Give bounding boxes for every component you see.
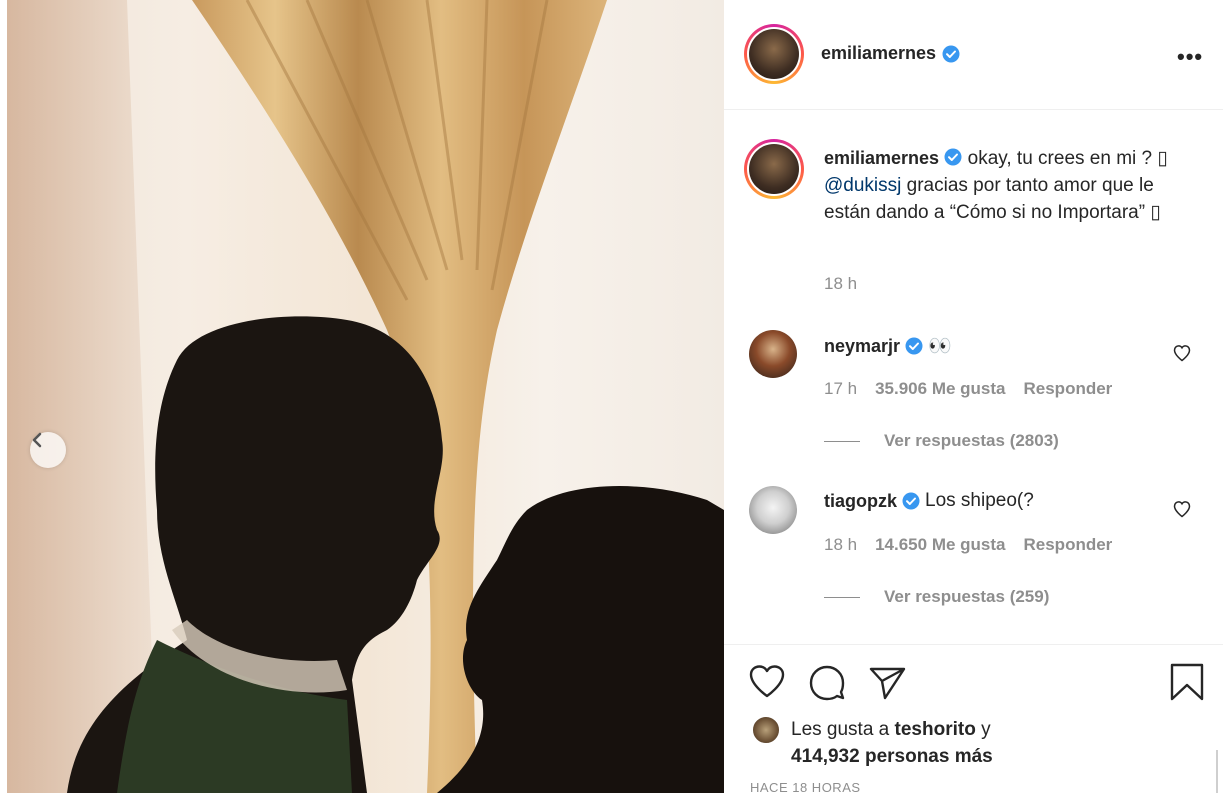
post-timestamp[interactable]: HACE 18 HORAS [750,780,861,793]
comment-meta: 18 h 14.650 Me gusta Responder [824,535,1112,555]
comment-row: tiagopzk Los shipeo(? [824,490,1034,512]
verified-badge-icon [942,45,960,62]
author-avatar-caption[interactable] [744,139,804,199]
comment-row: neymarjr 👀 [824,334,952,358]
caption-username[interactable]: emiliamernes [824,148,939,168]
likes-count[interactable]: 414,932 personas más [791,746,993,767]
more-options-button[interactable]: ••• [1177,46,1203,68]
comment-text: 👀 [928,336,952,357]
likes-prefix: Les gusta a [791,719,895,740]
view-replies-button[interactable]: Ver respuestas (2803) [824,431,1059,451]
replies-divider-line [824,596,860,598]
like-comment-heart-icon[interactable] [1172,343,1192,363]
post-caption: emiliamernes okay, tu crees en mi ? ▯ @d… [824,145,1194,226]
view-replies-label[interactable]: Ver respuestas (259) [884,587,1049,607]
author-username[interactable]: emiliamernes [821,43,936,64]
caption-missing-glyph: ▯ [1157,148,1168,169]
caption-missing-glyph: ▯ [1150,202,1161,223]
verified-badge-icon [944,148,962,166]
caption-time[interactable]: 18 h [824,274,857,294]
comment-bubble-icon[interactable] [807,662,847,702]
author-avatar-header[interactable] [744,24,804,84]
photo-scene [7,0,724,793]
view-replies-button[interactable]: Ver respuestas (259) [824,587,1049,607]
comment-avatar[interactable] [749,330,797,378]
comment-likes[interactable]: 14.650 Me gusta [875,535,1005,555]
comment-avatar[interactable] [749,486,797,534]
actions-divider [724,644,1223,645]
share-paper-plane-icon[interactable] [867,662,907,702]
liker-avatar[interactable] [751,715,781,745]
replies-divider-line [824,440,860,442]
previous-photo-button[interactable] [30,432,66,468]
likes-summary: Les gusta a teshorito y 414,932 personas… [791,716,993,770]
scrollbar[interactable] [1216,750,1218,793]
post-photo[interactable] [7,0,724,793]
reply-button[interactable]: Responder [1024,535,1113,555]
caption-mention-link[interactable]: @dukissj [824,175,901,196]
comment-username[interactable]: tiagopzk [824,491,897,512]
verified-badge-icon [902,492,920,510]
comment-meta: 17 h 35.906 Me gusta Responder [824,379,1112,399]
liker-username[interactable]: teshorito [895,719,976,740]
save-bookmark-icon[interactable] [1168,662,1206,702]
comment-username[interactable]: neymarjr [824,336,900,357]
caption-text: okay, tu crees en mi ? [967,148,1158,169]
verified-badge-icon [905,337,923,355]
comment-time[interactable]: 17 h [824,379,857,399]
likes-suffix: y [975,719,991,740]
comment-likes[interactable]: 35.906 Me gusta [875,379,1005,399]
chevron-left-icon [32,432,42,448]
comment-time[interactable]: 18 h [824,535,857,555]
header-divider [724,109,1223,110]
reply-button[interactable]: Responder [1024,379,1113,399]
comment-text: Los shipeo(? [925,490,1034,511]
like-comment-heart-icon[interactable] [1172,499,1192,519]
view-replies-label[interactable]: Ver respuestas (2803) [884,431,1059,451]
post-header-user[interactable]: emiliamernes [821,43,960,64]
like-heart-icon[interactable] [747,662,787,702]
